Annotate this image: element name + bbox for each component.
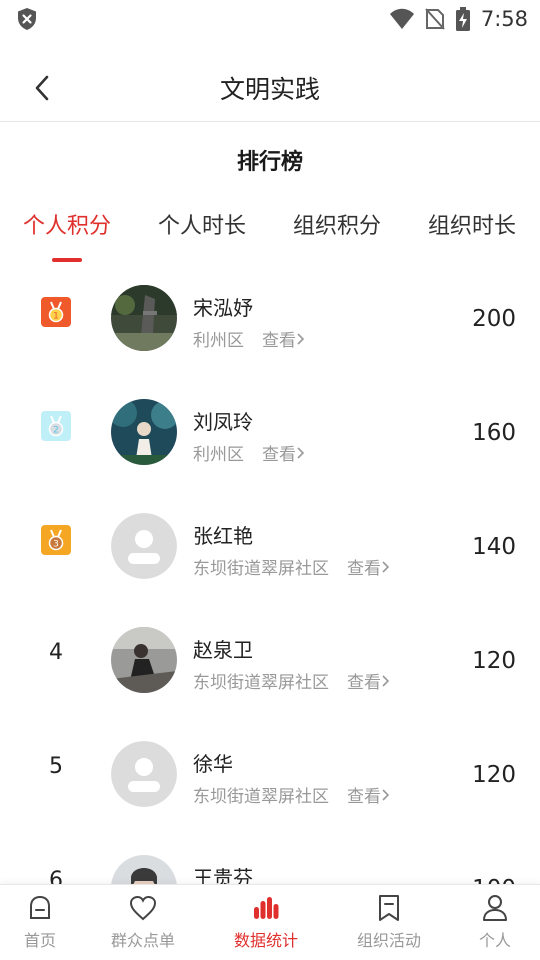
heart-icon (128, 893, 158, 923)
member-score: 140 (472, 534, 516, 560)
member-name: 张红艳 (193, 524, 253, 548)
svg-text:1: 1 (53, 312, 59, 322)
bookmark-icon (374, 893, 404, 923)
shield-icon (18, 8, 36, 30)
member-name: 刘凤玲 (193, 410, 253, 434)
member-area: 东坝街道翠屏社区 (193, 787, 329, 807)
view-link[interactable]: 查看 (262, 326, 306, 351)
home-icon (25, 893, 55, 923)
bar-chart-icon (251, 893, 281, 923)
nav-orders[interactable]: 群众点单 (111, 893, 175, 951)
wifi-icon (389, 8, 414, 29)
page-title: 文明实践 (219, 75, 320, 104)
nav-activities[interactable]: 组织活动 (357, 893, 421, 951)
nav-statistics[interactable]: 数据统计 (234, 893, 298, 951)
rank-number: 6 (49, 867, 63, 885)
avatar[interactable] (111, 855, 177, 884)
tab-org-points[interactable]: 组织积分 (293, 208, 381, 240)
rank-badge: 1 (40, 296, 72, 328)
nav-home[interactable]: 首页 (24, 893, 56, 951)
gold-medal-icon: 1 (41, 297, 71, 327)
chevron-right-icon (382, 674, 390, 687)
person-icon (480, 893, 510, 923)
avatar[interactable] (111, 285, 177, 351)
chevron-right-icon (382, 788, 390, 801)
ranking-title: 排行榜 (236, 150, 303, 175)
ranking-tabs: 个人积分 个人时长 组织积分 组织时长 (0, 208, 540, 264)
nav-label: 数据统计 (234, 931, 299, 950)
member-meta: 利州区 查看 (193, 326, 306, 351)
status-time: 7:58 (480, 7, 528, 31)
avatar[interactable] (111, 627, 177, 693)
member-score: 120 (472, 648, 516, 674)
view-link[interactable]: 查看 (347, 782, 391, 807)
member-meta: 东坝街道翠屏社区 查看 (193, 668, 391, 693)
member-name: 宋泓妤 (193, 296, 253, 320)
svg-text:3: 3 (53, 540, 59, 550)
chevron-right-icon (382, 560, 390, 573)
avatar-placeholder[interactable] (111, 741, 177, 807)
member-area: 利州区 (193, 445, 244, 465)
bronze-medal-icon: 3 (41, 525, 71, 555)
nav-profile[interactable]: 个人 (479, 893, 511, 951)
member-score: 160 (472, 420, 516, 446)
member-name: 王贵芬 (193, 866, 253, 884)
battery-icon (455, 7, 470, 31)
view-label: 查看 (262, 331, 296, 351)
member-score: 120 (472, 762, 516, 788)
app-header: 文明实践 (0, 52, 540, 122)
rank-badge: 3 (40, 524, 72, 556)
list-item[interactable]: 5 徐华 东坝街道翠屏社区 查看 120 (0, 718, 540, 832)
rank-badge: 2 (40, 410, 72, 442)
member-area: 东坝街道翠屏社区 (193, 559, 329, 579)
view-label: 查看 (347, 787, 381, 807)
member-area: 利州区 (193, 331, 244, 351)
list-item[interactable]: 3 张红艳 东坝街道翠屏社区 查看 140 (0, 490, 540, 604)
view-link[interactable]: 查看 (347, 668, 391, 693)
member-meta: 东坝街道翠屏社区 查看 (193, 782, 391, 807)
nav-label: 群众点单 (111, 931, 176, 950)
member-name: 赵泉卫 (193, 638, 253, 662)
view-link[interactable]: 查看 (262, 440, 306, 465)
member-score: 100 (472, 876, 516, 884)
silver-medal-icon: 2 (41, 411, 71, 441)
ranking-list[interactable]: 1 宋泓妤 利州区 查看 200 2 刘凤玲 利州区 查看 160 3 张红艳 … (0, 262, 540, 884)
member-meta: 利州区 查看 (193, 440, 306, 465)
nav-label: 组织活动 (357, 931, 422, 950)
member-score: 200 (472, 306, 516, 332)
status-bar: 7:58 (0, 0, 540, 40)
rank-number: 5 (49, 753, 63, 779)
view-label: 查看 (347, 673, 381, 693)
list-item[interactable]: 4 赵泉卫 东坝街道翠屏社区 查看 120 (0, 604, 540, 718)
view-label: 查看 (262, 445, 296, 465)
rank-number: 4 (49, 639, 63, 665)
view-label: 查看 (347, 559, 381, 579)
list-item[interactable]: 1 宋泓妤 利州区 查看 200 (0, 262, 540, 376)
avatar-placeholder[interactable] (111, 513, 177, 579)
list-item[interactable]: 2 刘凤玲 利州区 查看 160 (0, 376, 540, 490)
member-name: 徐华 (193, 752, 233, 776)
bottom-nav: 首页 群众点单 数据统计 组织活动 个人 (0, 884, 540, 960)
tab-personal-points[interactable]: 个人积分 (23, 208, 111, 240)
chevron-right-icon (297, 332, 305, 345)
tab-personal-hours[interactable]: 个人时长 (158, 208, 246, 240)
nav-label: 个人 (479, 931, 512, 950)
view-link[interactable]: 查看 (347, 554, 391, 579)
list-item[interactable]: 6 王贵芬 100 (0, 832, 540, 884)
no-sim-icon (425, 8, 445, 30)
avatar[interactable] (111, 399, 177, 465)
member-area: 东坝街道翠屏社区 (193, 673, 329, 693)
chevron-right-icon (297, 446, 305, 459)
member-meta: 东坝街道翠屏社区 查看 (193, 554, 391, 579)
svg-text:2: 2 (53, 426, 59, 436)
nav-label: 首页 (24, 931, 57, 950)
tab-org-hours[interactable]: 组织时长 (428, 208, 516, 240)
